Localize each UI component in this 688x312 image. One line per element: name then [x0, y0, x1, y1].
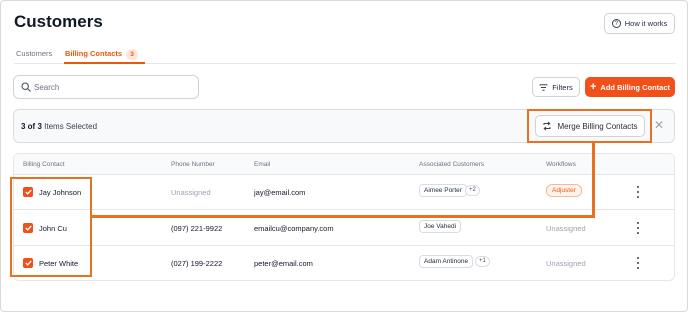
contact-name: John Cu — [39, 224, 67, 233]
tab-customers-label: Customers — [16, 49, 53, 58]
table-row[interactable]: Peter White (027) 199-2222 peter@email.c… — [14, 246, 674, 280]
selection-count: 3 of 3 — [21, 122, 42, 131]
app-frame: Customers ? How it works Customers Billi… — [0, 0, 688, 312]
selection-summary: 3 of 3 Items Selected — [21, 122, 97, 131]
selection-bar: 3 of 3 Items Selected Merge Billing Cont… — [13, 109, 675, 143]
table-row[interactable]: Jay Johnson Unassigned jay@email.com Aim… — [14, 175, 674, 210]
filters-label: Filters — [552, 82, 573, 92]
column-header: Billing Contact — [23, 161, 65, 168]
check-icon — [24, 225, 32, 231]
email-cell: jay@email.com — [254, 188, 306, 197]
row-checkbox[interactable] — [23, 258, 33, 268]
more-customers-badge[interactable]: +2 — [465, 185, 480, 196]
more-customers-badge[interactable]: +1 — [475, 256, 490, 267]
tab-billing-contacts[interactable]: Billing Contacts 3 — [65, 49, 139, 60]
table-header: Billing Contact Phone Number Email Assoc… — [14, 154, 674, 175]
column-header: Associated Customers — [419, 161, 485, 168]
question-icon: ? — [611, 19, 621, 28]
customer-chip[interactable]: Adam Antinone — [419, 255, 474, 268]
workflow-badge: Adjuster — [546, 184, 582, 197]
contact-name: Jay Johnson — [39, 188, 82, 197]
more-options-icon[interactable] — [636, 186, 640, 198]
tab-customers[interactable]: Customers — [16, 49, 52, 58]
row-checkbox[interactable] — [23, 223, 33, 233]
phone-cell: (027) 199-2222 — [171, 259, 223, 268]
column-header: Workflows — [546, 161, 576, 168]
check-icon — [24, 260, 32, 266]
add-billing-contact-button[interactable]: + Add Billing Contact — [585, 77, 675, 97]
customer-chip[interactable]: Joe Vahedi — [419, 220, 462, 233]
billing-contacts-table: Billing Contact Phone Number Email Assoc… — [13, 153, 675, 281]
add-billing-contact-label: Add Billing Contact — [600, 82, 670, 92]
search-input[interactable] — [34, 80, 194, 95]
customer-chip[interactable]: Aimee Porter — [419, 184, 467, 197]
plus-icon: + — [589, 80, 597, 93]
how-it-works-label: How it works — [624, 19, 668, 28]
page-title: Customers — [14, 12, 103, 31]
filter-icon — [539, 83, 548, 91]
selection-suffix: Items Selected — [44, 122, 98, 131]
close-icon[interactable]: ✕ — [654, 119, 664, 131]
contact-name: Peter White — [39, 259, 79, 268]
check-icon — [24, 189, 32, 195]
active-tab-indicator — [64, 62, 145, 64]
workflow-cell: Unassigned — [546, 224, 586, 233]
filters-button[interactable]: Filters — [532, 77, 580, 97]
search-box[interactable] — [13, 75, 199, 99]
phone-cell: Unassigned — [171, 188, 211, 197]
email-cell: peter@email.com — [254, 259, 313, 268]
more-options-icon[interactable] — [636, 222, 640, 234]
merge-icon — [543, 121, 552, 131]
table-row[interactable]: John Cu (097) 221-9922 emailcu@company.c… — [14, 211, 674, 246]
search-icon — [21, 82, 31, 92]
tab-billing-contacts-label: Billing Contacts — [65, 49, 123, 58]
column-header: Email — [254, 161, 271, 168]
how-it-works-button[interactable]: ? How it works — [604, 13, 675, 34]
tab-count-badge: 3 — [126, 49, 139, 60]
phone-cell: (097) 221-9922 — [171, 224, 223, 233]
workflow-cell: Unassigned — [546, 259, 586, 268]
merge-billing-contacts-button[interactable]: Merge Billing Contacts — [535, 115, 645, 137]
column-header: Phone Number — [171, 161, 215, 168]
email-cell: emailcu@company.com — [254, 224, 334, 233]
merge-billing-contacts-label: Merge Billing Contacts — [557, 121, 638, 131]
row-checkbox[interactable] — [23, 187, 33, 197]
tab-bar: Customers Billing Contacts 3 — [14, 45, 676, 64]
more-options-icon[interactable] — [636, 257, 640, 269]
